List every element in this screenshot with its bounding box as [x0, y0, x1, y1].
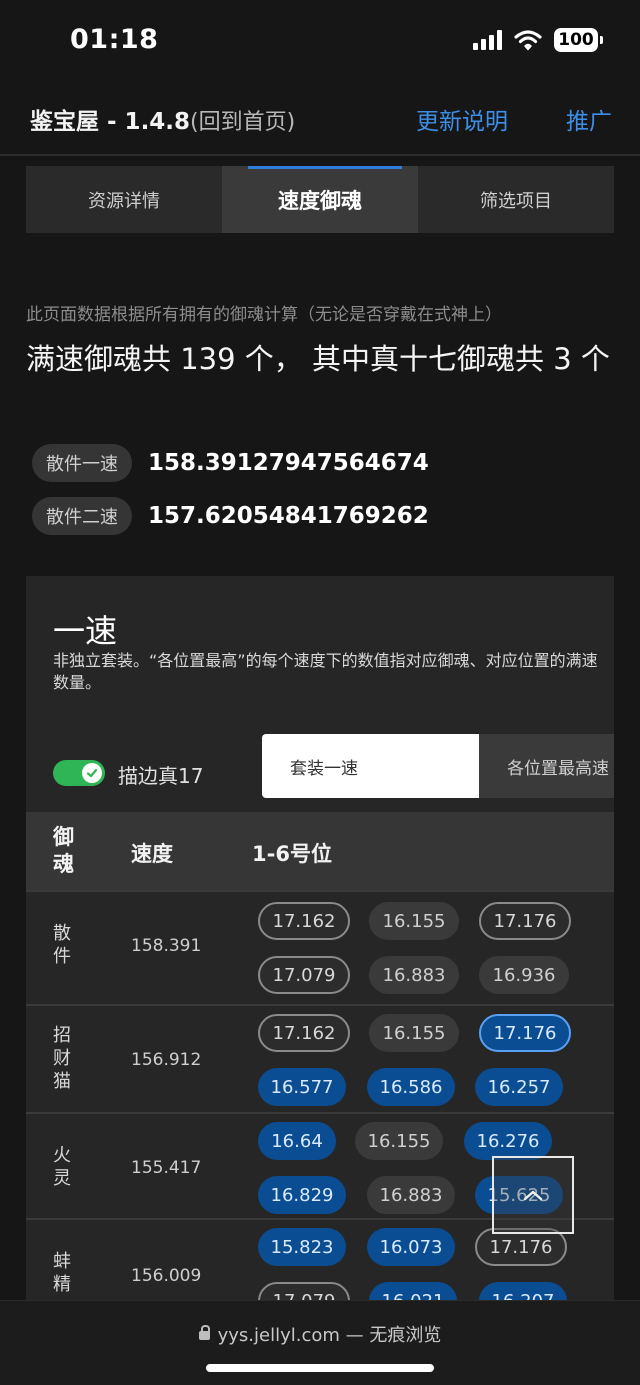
update-notes-link[interactable]: 更新说明	[416, 102, 508, 136]
private-mode-label: — 无痕浏览	[339, 1325, 442, 1346]
position-chip: 16.155	[355, 1122, 443, 1160]
position-chip: 16.207	[479, 1282, 567, 1300]
home-indicator[interactable]	[206, 1364, 434, 1372]
position-chip: 16.155	[369, 902, 459, 940]
position-chip: 17.176	[479, 1014, 571, 1052]
speed-summary: 满速御魂共 139 个， 其中真十七御魂共 3 个	[26, 342, 610, 376]
speed-value: 157.62054841769262	[148, 503, 429, 529]
row-soul-name: 招财猫	[53, 1025, 71, 1092]
row-soul-name: 蚌精	[53, 1251, 71, 1295]
speed-label: 散件二速	[32, 497, 132, 535]
status-icons: 100	[473, 28, 603, 52]
position-chip: 17.079	[258, 956, 350, 994]
site-header: 鉴宝屋 - 1.4.8 (回到首页) 更新说明 推广	[0, 84, 640, 156]
position-chip: 16.155	[369, 1014, 459, 1052]
segment-max-per-position[interactable]: 各位置最高速	[479, 734, 614, 798]
address-bar[interactable]: yys.jellyl.com — 无痕浏览	[0, 1321, 640, 1347]
position-chip: 17.176	[479, 902, 571, 940]
browser-bottom-bar: yys.jellyl.com — 无痕浏览	[0, 1300, 640, 1385]
battery-level: 100	[558, 30, 594, 50]
position-chip: 16.276	[464, 1122, 552, 1160]
card-title: 一速	[53, 612, 118, 650]
chevron-up-icon	[523, 1190, 543, 1201]
tab-filter-items[interactable]: 筛选项目	[418, 166, 614, 233]
position-chip: 17.162	[258, 1014, 350, 1052]
position-chip: 16.64	[258, 1122, 336, 1160]
position-chip: 16.883	[369, 956, 459, 994]
main-tabs: 资源详情 速度御魂 筛选项目	[26, 166, 614, 233]
position-chip: 16.021	[369, 1282, 457, 1300]
home-link[interactable]: (回到首页)	[190, 104, 295, 136]
toggle-label: 描边真17	[118, 764, 204, 788]
position-chip: 16.257	[475, 1068, 563, 1106]
cellular-signal-icon	[473, 30, 502, 50]
data-source-note: 此页面数据根据所有拥有的御魂计算（无论是否穿戴在式神上）	[26, 305, 502, 325]
table-row: 散件 158.391 17.162 16.155 17.176 17.079 1…	[26, 890, 614, 1004]
speed-label: 散件一速	[32, 444, 132, 482]
row-soul-name: 散件	[53, 923, 71, 967]
position-chip: 16.073	[367, 1228, 455, 1266]
position-chip: 17.162	[258, 902, 350, 940]
table-header: 御魂 速度 1-6号位	[26, 812, 614, 890]
row-speed: 156.912	[131, 1050, 202, 1070]
outline-true17-toggle[interactable]	[53, 760, 105, 786]
position-chip: 16.586	[367, 1068, 455, 1106]
mode-segmented-control: 套装一速 各位置最高速	[262, 734, 614, 798]
tab-resource-details[interactable]: 资源详情	[26, 166, 222, 233]
lock-icon	[198, 1325, 210, 1340]
row-soul-name: 火灵	[53, 1145, 71, 1189]
wifi-icon	[514, 30, 542, 51]
status-bar: 01:18 100	[0, 0, 640, 84]
site-title: 鉴宝屋 - 1.4.8	[30, 109, 191, 135]
table-row: 招财猫 156.912 17.162 16.155 17.176 16.577 …	[26, 1004, 614, 1112]
header-speed: 速度	[131, 842, 173, 866]
check-icon	[82, 763, 102, 783]
segment-set-speed[interactable]: 套装一速	[262, 734, 480, 798]
header-positions: 1-6号位	[252, 842, 332, 866]
speed-row-first: 散件一速 158.39127947564674	[32, 444, 429, 482]
card-description: 非独立套装。“各位置最高”的每个速度下的数值指对应御魂、对应位置的满速数量。	[53, 651, 598, 692]
row-speed: 156.009	[131, 1266, 202, 1286]
position-chip: 16.883	[367, 1176, 455, 1214]
battery-icon: 100	[554, 28, 603, 52]
tab-speed-souls[interactable]: 速度御魂	[222, 166, 418, 233]
scroll-to-top-button[interactable]	[492, 1156, 574, 1234]
position-chip: 16.936	[479, 956, 569, 994]
speed-value: 158.39127947564674	[148, 450, 429, 476]
url-text: yys.jellyl.com	[217, 1325, 340, 1346]
speed-row-second: 散件二速 157.62054841769262	[32, 497, 429, 535]
position-chip: 16.829	[258, 1176, 346, 1214]
promo-link[interactable]: 推广	[566, 102, 612, 136]
row-speed: 155.417	[131, 1158, 202, 1178]
row-speed: 158.391	[131, 936, 202, 956]
position-chip: 15.823	[258, 1228, 346, 1266]
position-chip: 16.577	[258, 1068, 346, 1106]
header-soul: 御魂	[53, 825, 74, 876]
position-chip: 17.079	[258, 1282, 350, 1300]
status-time: 01:18	[70, 24, 159, 55]
